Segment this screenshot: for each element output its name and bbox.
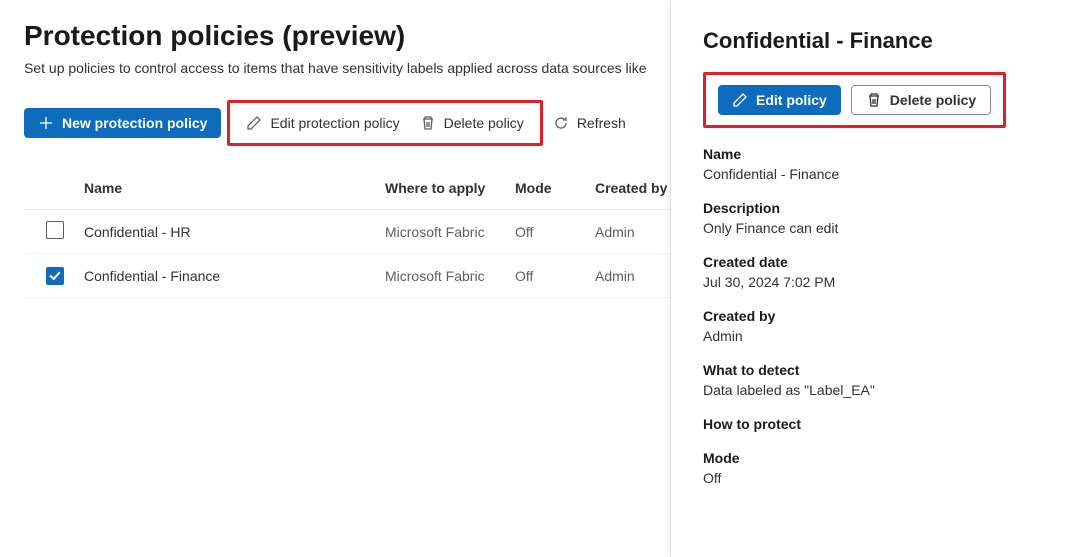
page-description: Set up policies to control access to ite… xyxy=(24,60,670,76)
delete-policy-label: Delete policy xyxy=(444,115,524,131)
row-checkbox-col xyxy=(24,221,84,242)
header-created-by[interactable]: Created by xyxy=(595,180,670,196)
detail-mode: Mode Off xyxy=(703,450,1038,486)
detail-created-date: Created date Jul 30, 2024 7:02 PM xyxy=(703,254,1038,290)
detail-what-detect: What to detect Data labeled as "Label_EA… xyxy=(703,362,1038,398)
row-mode: Off xyxy=(515,268,595,284)
edit-policy-button[interactable]: Edit protection policy xyxy=(236,109,409,137)
detail-name: Name Confidential - Finance xyxy=(703,146,1038,182)
detail-how-protect: How to protect xyxy=(703,416,1038,432)
detail-value: Off xyxy=(703,470,1038,486)
detail-value: Data labeled as "Label_EA" xyxy=(703,382,1038,398)
detail-label: Description xyxy=(703,200,1038,216)
panel-edit-button[interactable]: Edit policy xyxy=(718,85,841,115)
policy-table: Name Where to apply Mode Created by Conf… xyxy=(24,166,670,298)
trash-icon xyxy=(420,115,436,131)
plus-icon xyxy=(38,115,54,131)
page-title: Protection policies (preview) xyxy=(24,20,670,52)
header-where[interactable]: Where to apply xyxy=(385,180,515,196)
panel-edit-label: Edit policy xyxy=(756,92,827,108)
detail-label: How to protect xyxy=(703,416,1038,432)
row-checkbox[interactable] xyxy=(46,267,64,285)
detail-created-by: Created by Admin xyxy=(703,308,1038,344)
refresh-icon xyxy=(553,115,569,131)
detail-label: What to detect xyxy=(703,362,1038,378)
edit-policy-label: Edit protection policy xyxy=(270,115,399,131)
row-where: Microsoft Fabric xyxy=(385,268,515,284)
new-policy-label: New protection policy xyxy=(62,115,207,131)
details-panel: Confidential - Finance Edit policy Delet… xyxy=(670,0,1070,557)
detail-label: Created date xyxy=(703,254,1038,270)
table-header-row: Name Where to apply Mode Created by xyxy=(24,166,670,210)
trash-icon xyxy=(866,92,882,108)
header-name[interactable]: Name xyxy=(84,180,385,196)
panel-actions-highlight: Edit policy Delete policy xyxy=(703,72,1006,128)
detail-value: Only Finance can edit xyxy=(703,220,1038,236)
table-row[interactable]: Confidential - Finance Microsoft Fabric … xyxy=(24,254,670,298)
new-policy-button[interactable]: New protection policy xyxy=(24,108,221,138)
detail-label: Created by xyxy=(703,308,1038,324)
panel-delete-button[interactable]: Delete policy xyxy=(851,85,991,115)
row-where: Microsoft Fabric xyxy=(385,224,515,240)
toolbar: New protection policy Edit protection po… xyxy=(24,100,670,146)
row-created-by: Admin xyxy=(595,224,670,240)
row-name: Confidential - HR xyxy=(84,224,385,240)
toolbar-highlight: Edit protection policy Delete policy xyxy=(227,100,542,146)
refresh-label: Refresh xyxy=(577,115,626,131)
pencil-icon xyxy=(732,92,748,108)
detail-label: Mode xyxy=(703,450,1038,466)
row-mode: Off xyxy=(515,224,595,240)
pencil-icon xyxy=(246,115,262,131)
row-checkbox[interactable] xyxy=(46,221,64,239)
detail-value: Confidential - Finance xyxy=(703,166,1038,182)
row-created-by: Admin xyxy=(595,268,670,284)
main-pane: Protection policies (preview) Set up pol… xyxy=(0,0,670,557)
row-name: Confidential - Finance xyxy=(84,268,385,284)
refresh-button[interactable]: Refresh xyxy=(543,109,636,137)
detail-value: Admin xyxy=(703,328,1038,344)
delete-policy-button[interactable]: Delete policy xyxy=(410,109,534,137)
detail-description: Description Only Finance can edit xyxy=(703,200,1038,236)
row-checkbox-col xyxy=(24,266,84,285)
header-mode[interactable]: Mode xyxy=(515,180,595,196)
detail-label: Name xyxy=(703,146,1038,162)
panel-delete-label: Delete policy xyxy=(890,92,976,108)
table-row[interactable]: Confidential - HR Microsoft Fabric Off A… xyxy=(24,210,670,254)
panel-title: Confidential - Finance xyxy=(703,28,1038,54)
detail-value: Jul 30, 2024 7:02 PM xyxy=(703,274,1038,290)
